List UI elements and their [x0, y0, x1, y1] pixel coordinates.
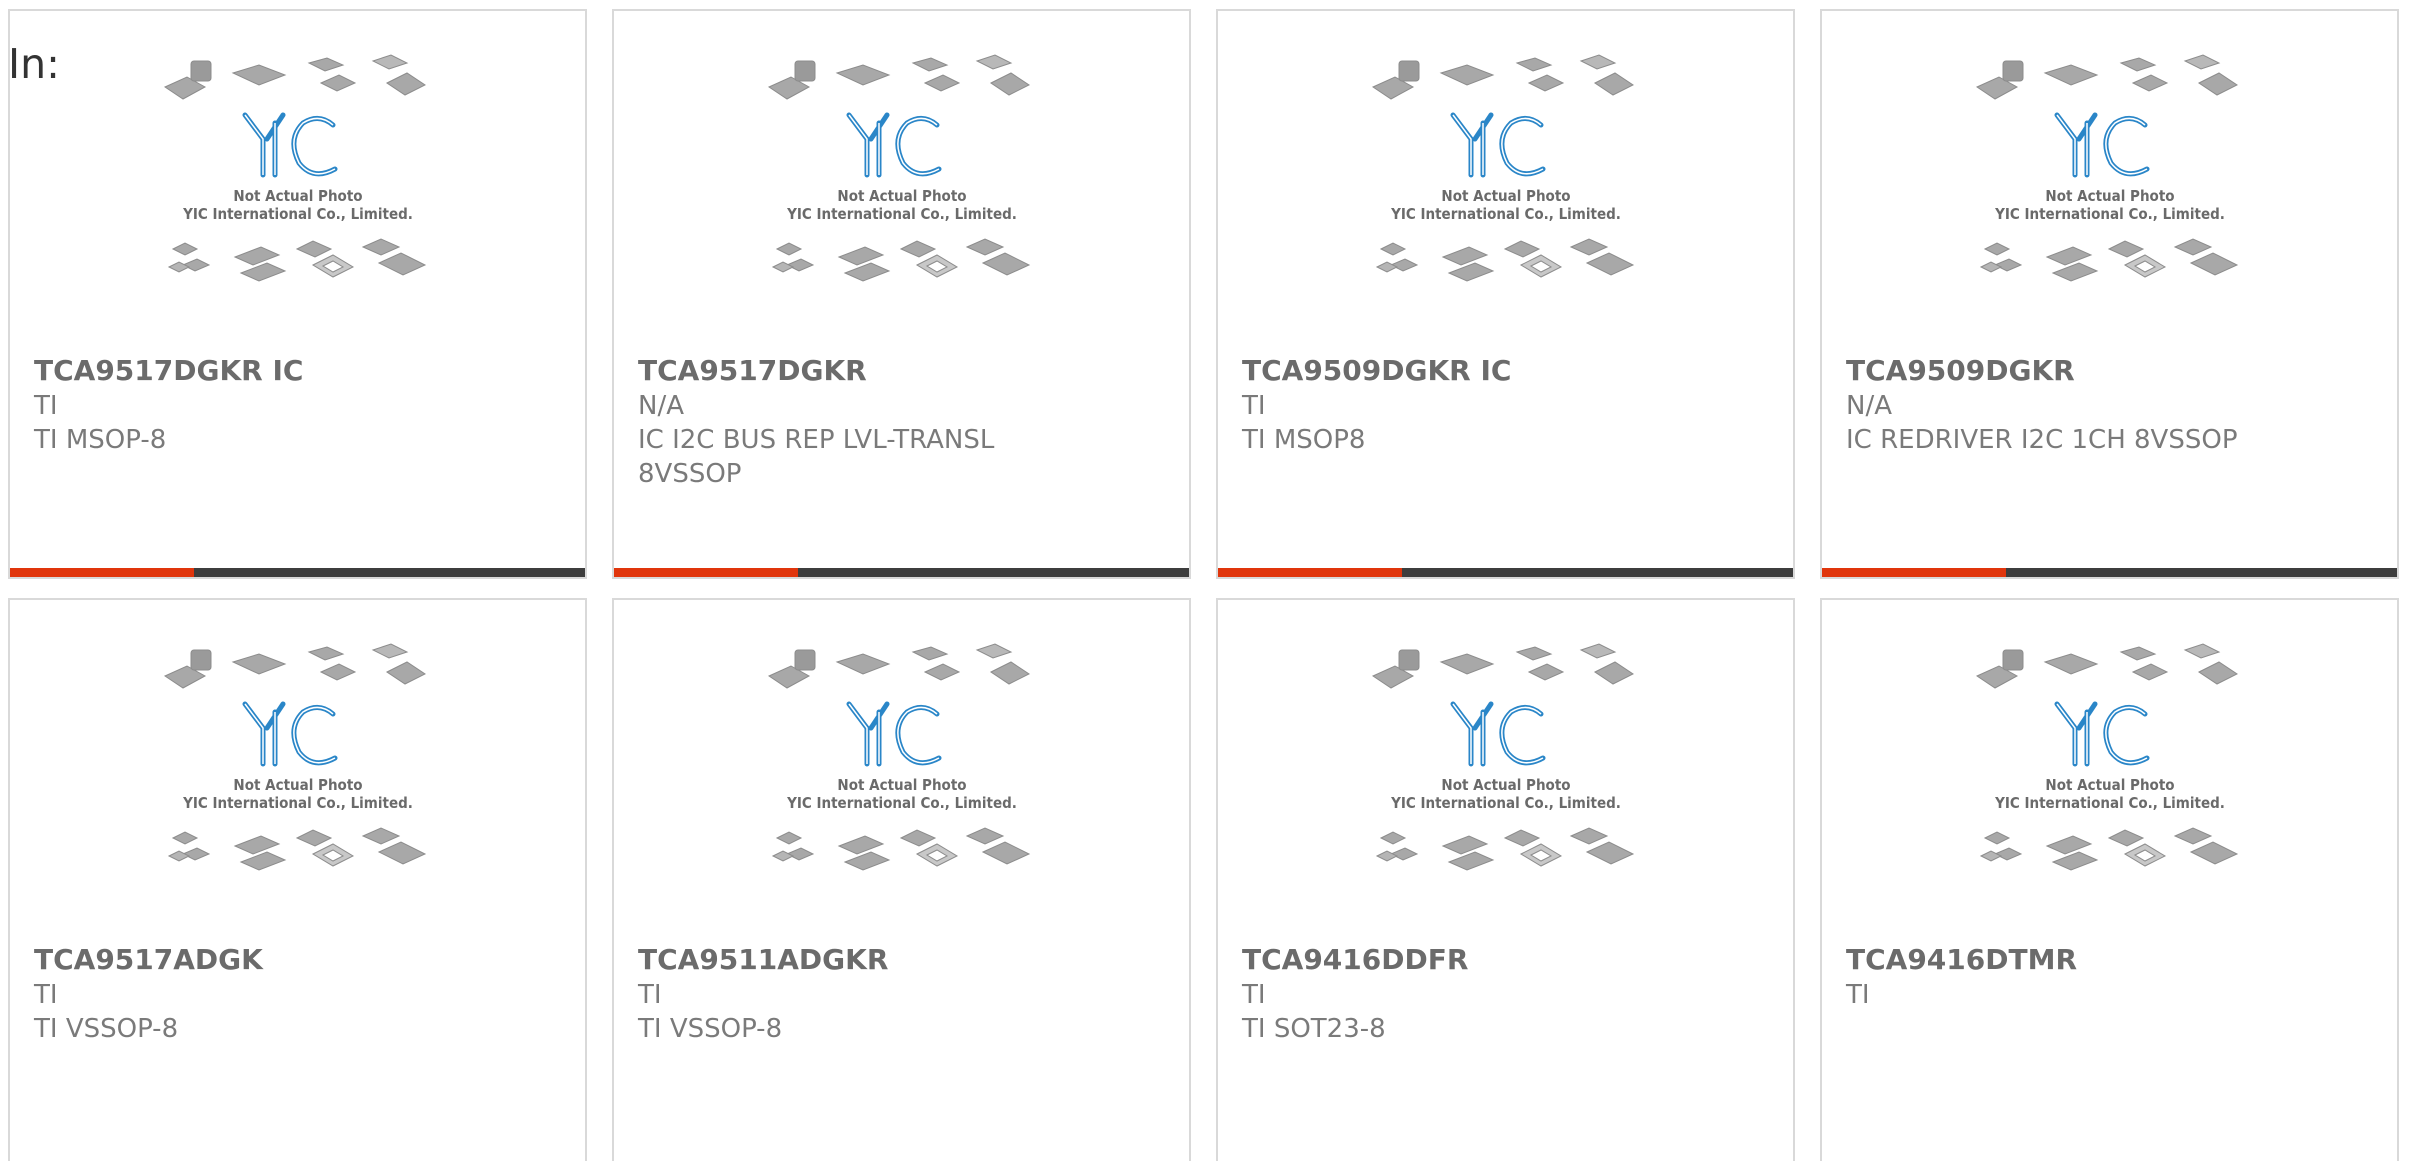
product-image[interactable]: Not Actual Photo YIC International Co., L… — [10, 642, 585, 947]
product-card[interactable]: Not Actual Photo YIC International Co., L… — [8, 9, 587, 579]
product-title[interactable]: TCA9517DGKR — [638, 353, 1169, 389]
card-progress-bar — [1822, 568, 2397, 577]
product-card[interactable]: Not Actual Photo YIC International Co., L… — [1820, 9, 2399, 579]
card-progress-bar — [1218, 568, 1793, 577]
card-progress-accent — [1822, 568, 2006, 577]
placeholder-caption-2: YIC International Co., Limited. — [1390, 205, 1621, 223]
product-image[interactable]: Not Actual Photo YIC International Co., L… — [1218, 642, 1793, 947]
placeholder-photo-icon: Not Actual PhotoYIC International Co., L… — [1371, 643, 1634, 871]
product-card[interactable]: Not Actual Photo YIC International Co., L… — [612, 598, 1191, 1161]
product-title[interactable]: TCA9416DTMR — [1846, 942, 2377, 978]
placeholder-photo-icon: Not Actual PhotoYIC International Co., L… — [1975, 54, 2238, 282]
placeholder-caption-1: Not Actual Photo — [2045, 776, 2174, 794]
product-card[interactable]: Not Actual Photo YIC International Co., L… — [1216, 598, 1795, 1161]
placeholder-caption-2: YIC International Co., Limited. — [182, 205, 413, 223]
product-manufacturer: N/A — [1846, 391, 1892, 421]
product-image[interactable]: Not Actual Photo YIC International Co., L… — [614, 53, 1189, 358]
product-image[interactable]: Not Actual Photo YIC International Co., L… — [10, 53, 585, 358]
product-manufacturer: TI — [34, 391, 58, 421]
product-manufacturer: TI — [638, 980, 662, 1010]
product-image[interactable]: Not Actual Photo YIC International Co., L… — [1218, 53, 1793, 358]
product-info: TCA9509DGKR N/A IC REDRIVER I2C 1CH 8VSSOP — [1846, 353, 2377, 457]
product-title[interactable]: TCA9509DGKR — [1846, 353, 2377, 389]
product-title[interactable]: TCA9517DGKR IC — [34, 353, 565, 389]
product-card[interactable]: Not Actual Photo YIC International Co., L… — [1820, 598, 2399, 1161]
product-image[interactable]: Not Actual Photo YIC International Co., L… — [614, 642, 1189, 947]
placeholder-photo-icon: Not Actual PhotoYIC International Co., L… — [1371, 54, 1634, 282]
page: In: Not Actual Photo YIC International Co… — [0, 0, 2410, 1161]
product-description: 8VSSOP — [638, 459, 742, 489]
product-info: TCA9509DGKR IC TI TI MSOP8 — [1242, 353, 1773, 457]
placeholder-photo-icon: Not Actual PhotoYIC International Co., L… — [163, 54, 426, 282]
page-heading: In: — [8, 40, 60, 88]
product-description: IC I2C BUS REP LVL-TRANSL — [638, 425, 995, 455]
product-manufacturer: TI — [1242, 391, 1266, 421]
placeholder-photo-icon: Not Actual PhotoYIC International Co., L… — [767, 54, 1030, 282]
product-description: IC REDRIVER I2C 1CH 8VSSOP — [1846, 425, 2238, 455]
product-description: TI MSOP-8 — [34, 425, 167, 455]
product-info: TCA9416DTMR TI — [1846, 942, 2377, 1012]
placeholder-caption-1: Not Actual Photo — [1441, 187, 1570, 205]
card-progress-bar — [10, 568, 585, 577]
placeholder-caption-2: YIC International Co., Limited. — [182, 794, 413, 812]
product-image[interactable]: Not Actual Photo YIC International Co., L… — [1822, 53, 2397, 358]
product-description: TI MSOP8 — [1242, 425, 1366, 455]
product-description: TI SOT23-8 — [1242, 1014, 1386, 1044]
product-title[interactable]: TCA9511ADGKR — [638, 942, 1169, 978]
product-image[interactable]: Not Actual Photo YIC International Co., L… — [1822, 642, 2397, 947]
product-grid: Not Actual Photo YIC International Co., L… — [8, 9, 2399, 1161]
product-info: TCA9511ADGKR TI TI VSSOP-8 — [638, 942, 1169, 1046]
product-description: TI VSSOP-8 — [34, 1014, 179, 1044]
placeholder-caption-1: Not Actual Photo — [233, 187, 362, 205]
product-title[interactable]: TCA9517ADGK — [34, 942, 565, 978]
placeholder-photo-icon: Not Actual PhotoYIC International Co., L… — [1975, 643, 2238, 871]
card-progress-accent — [10, 568, 194, 577]
placeholder-caption-1: Not Actual Photo — [837, 187, 966, 205]
product-manufacturer: TI — [1846, 980, 1870, 1010]
product-description: TI VSSOP-8 — [638, 1014, 783, 1044]
placeholder-caption-1: Not Actual Photo — [233, 776, 362, 794]
product-card[interactable]: Not Actual Photo YIC International Co., L… — [1216, 9, 1795, 579]
placeholder-photo-icon: Not Actual PhotoYIC International Co., L… — [163, 643, 426, 871]
placeholder-caption-1: Not Actual Photo — [837, 776, 966, 794]
product-info: TCA9517ADGK TI TI VSSOP-8 — [34, 942, 565, 1046]
placeholder-caption-1: Not Actual Photo — [1441, 776, 1570, 794]
product-info: TCA9416DDFR TI TI SOT23-8 — [1242, 942, 1773, 1046]
product-card[interactable]: Not Actual Photo YIC International Co., L… — [8, 598, 587, 1161]
placeholder-caption-2: YIC International Co., Limited. — [1994, 794, 2225, 812]
placeholder-caption-2: YIC International Co., Limited. — [786, 205, 1017, 223]
placeholder-caption-1: Not Actual Photo — [2045, 187, 2174, 205]
card-progress-bar — [614, 568, 1189, 577]
card-progress-accent — [1218, 568, 1402, 577]
product-card[interactable]: Not Actual Photo YIC International Co., L… — [612, 9, 1191, 579]
product-title[interactable]: TCA9509DGKR IC — [1242, 353, 1773, 389]
card-progress-accent — [614, 568, 798, 577]
product-manufacturer: N/A — [638, 391, 684, 421]
product-title[interactable]: TCA9416DDFR — [1242, 942, 1773, 978]
placeholder-caption-2: YIC International Co., Limited. — [1994, 205, 2225, 223]
product-info: TCA9517DGKR N/A IC I2C BUS REP LVL-TRANSL 8… — [638, 353, 1169, 491]
product-manufacturer: TI — [1242, 980, 1266, 1010]
product-manufacturer: TI — [34, 980, 58, 1010]
placeholder-photo-icon: Not Actual PhotoYIC International Co., L… — [767, 643, 1030, 871]
placeholder-caption-2: YIC International Co., Limited. — [786, 794, 1017, 812]
product-info: TCA9517DGKR IC TI TI MSOP-8 — [34, 353, 565, 457]
placeholder-caption-2: YIC International Co., Limited. — [1390, 794, 1621, 812]
